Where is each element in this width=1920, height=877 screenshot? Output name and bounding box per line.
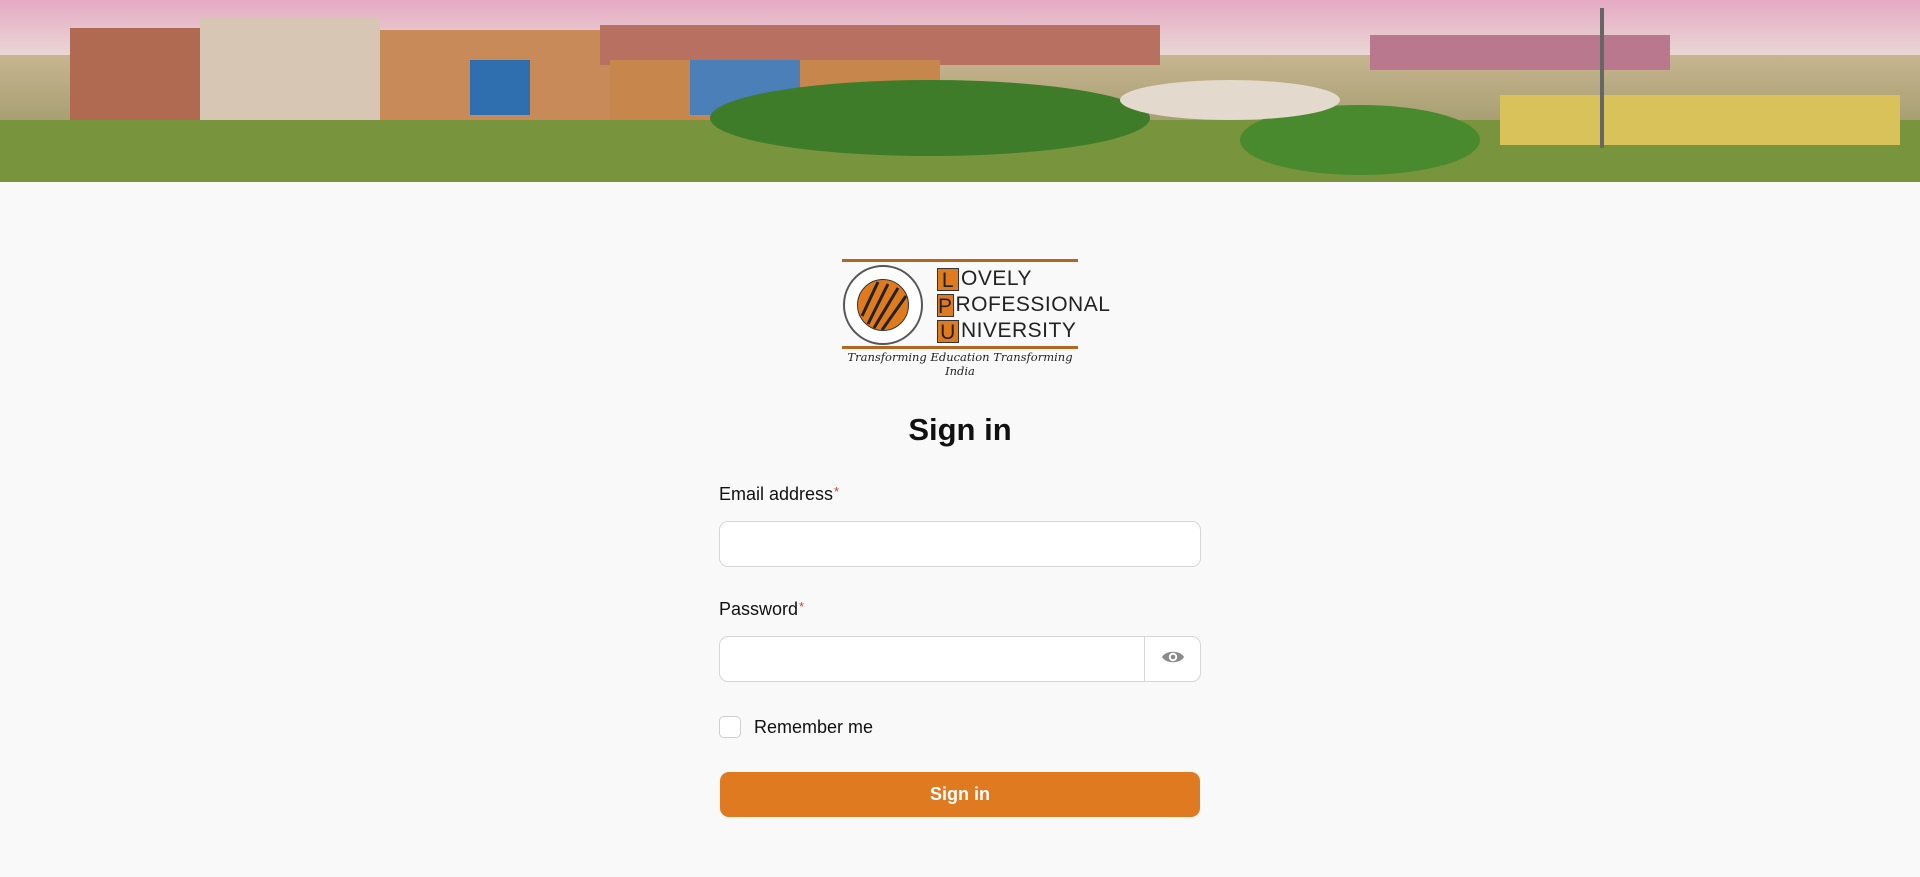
email-field[interactable] bbox=[719, 521, 1201, 567]
password-field-wrapper bbox=[719, 636, 1201, 682]
required-marker: * bbox=[799, 599, 805, 614]
sign-in-button[interactable]: Sign in bbox=[720, 772, 1200, 817]
page-title: Sign in bbox=[908, 412, 1012, 447]
campus-banner-image bbox=[0, 0, 1920, 182]
eye-icon bbox=[1161, 649, 1185, 670]
logo-word-professional: P ROFESSIONAL bbox=[937, 293, 1111, 318]
logo-tagline: Transforming Education Transforming Indi… bbox=[847, 350, 1073, 378]
remember-me-label[interactable]: Remember me bbox=[754, 717, 873, 738]
email-label: Email address* bbox=[719, 484, 840, 504]
university-logo: L OVELY P ROFESSIONAL U NIVERSITY Transform… bbox=[842, 259, 1111, 378]
show-password-button[interactable] bbox=[1144, 637, 1200, 681]
logo-wordmark: L OVELY P ROFESSIONAL U NIVERSITY bbox=[937, 266, 1111, 344]
password-field[interactable] bbox=[720, 637, 1144, 681]
logo-word-lovely: L OVELY bbox=[937, 266, 1078, 292]
seal-emblem bbox=[857, 279, 909, 331]
logo-rule-bottom bbox=[842, 346, 1078, 349]
university-seal bbox=[843, 265, 923, 345]
logo-rule-top bbox=[842, 259, 1078, 262]
logo-word-university: U NIVERSITY bbox=[937, 318, 1078, 344]
remember-me-checkbox[interactable] bbox=[719, 716, 741, 738]
password-label: Password* bbox=[719, 599, 805, 619]
required-marker: * bbox=[834, 484, 840, 499]
remember-me-row: Remember me bbox=[719, 716, 873, 738]
